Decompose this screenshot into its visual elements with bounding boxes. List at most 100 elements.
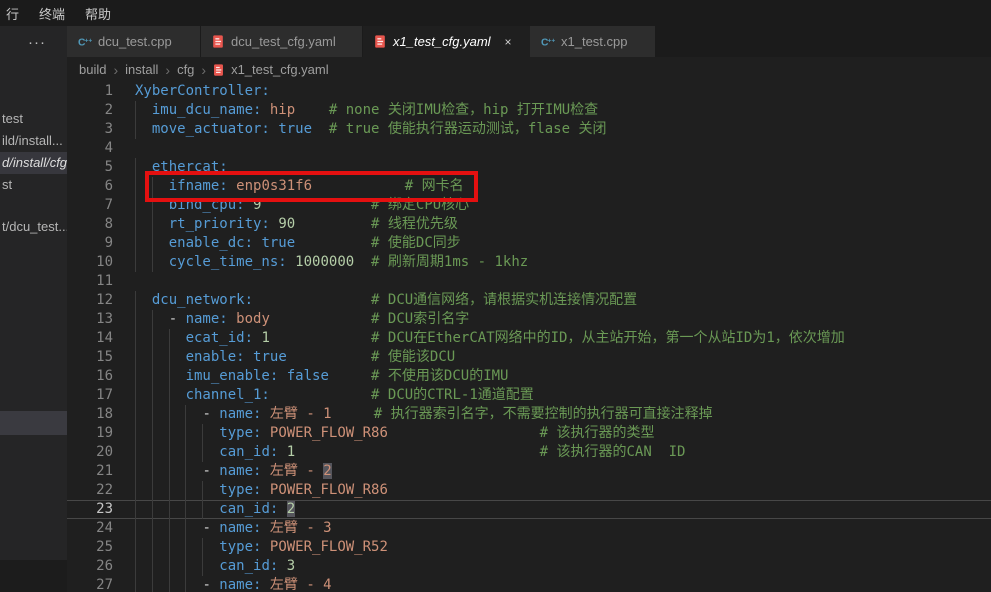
svg-text:++: ++: [85, 37, 93, 44]
code-line[interactable]: 26 can_id: 3: [67, 557, 991, 576]
menu-item-terminal[interactable]: 终端: [36, 4, 68, 23]
code-line[interactable]: 7 bind_cpu: 9 # 绑定CPU核心: [67, 196, 991, 215]
line-number[interactable]: 26: [67, 557, 113, 576]
code-line[interactable]: 24 - name: 左臂 - 3: [67, 519, 991, 538]
indent-guide: [152, 253, 153, 272]
line-number[interactable]: 12: [67, 291, 113, 310]
indent-guide: [202, 481, 203, 500]
indent-guide: [169, 348, 170, 367]
line-number[interactable]: 3: [67, 120, 113, 139]
indent-guide: [135, 386, 136, 405]
indent-guide: [202, 557, 203, 576]
code-text: - name: body # DCU索引名字: [135, 310, 469, 329]
code-text: dcu_network: # DCU通信网络，请根据实机连接情况配置: [135, 291, 637, 310]
breadcrumb-segment[interactable]: install: [125, 62, 158, 77]
code-line[interactable]: 1XyberController:: [67, 82, 991, 101]
code-line[interactable]: 9 enable_dc: true # 使能DC同步: [67, 234, 991, 253]
breadcrumb-file[interactable]: x1_test_cfg.yaml: [231, 62, 329, 77]
close-icon[interactable]: ×: [505, 35, 512, 49]
line-number[interactable]: 5: [67, 158, 113, 177]
line-number[interactable]: 24: [67, 519, 113, 538]
code-text: - name: 左臂 - 3: [135, 519, 332, 538]
code-line[interactable]: 5 ethercat:: [67, 158, 991, 177]
code-line[interactable]: 10 cycle_time_ns: 1000000 # 刷新周期1ms - 1k…: [67, 253, 991, 272]
line-number[interactable]: 7: [67, 196, 113, 215]
line-number[interactable]: 25: [67, 538, 113, 557]
line-number[interactable]: 9: [67, 234, 113, 253]
sidebar-item[interactable]: t/dcu_test...: [0, 216, 67, 238]
code-line[interactable]: 17 channel_1: # DCU的CTRL-1通道配置: [67, 386, 991, 405]
indent-guide: [185, 405, 186, 424]
code-line[interactable]: 2 imu_dcu_name: hip # none 关闭IMU检查，hip 打…: [67, 101, 991, 120]
more-actions-icon[interactable]: ···: [28, 34, 46, 51]
line-number[interactable]: 27: [67, 576, 113, 592]
sidebar-item[interactable]: ild/install...: [0, 130, 67, 152]
code-line[interactable]: 11: [67, 272, 991, 291]
line-number[interactable]: 2: [67, 101, 113, 120]
indent-guide: [169, 386, 170, 405]
line-number[interactable]: 8: [67, 215, 113, 234]
indent-guide: [185, 481, 186, 500]
sidebar-item-selected[interactable]: d/install/cfg: [0, 152, 67, 174]
tab-label: dcu_test.cpp: [98, 34, 172, 49]
indent-guide: [185, 519, 186, 538]
indent-guide: [135, 120, 136, 139]
code-line[interactable]: 4: [67, 139, 991, 158]
code-line[interactable]: 20 can_id: 1 # 该执行器的CAN ID: [67, 443, 991, 462]
code-text: imu_dcu_name: hip # none 关闭IMU检查，hip 打开I…: [135, 101, 598, 120]
line-number[interactable]: 16: [67, 367, 113, 386]
line-number[interactable]: 17: [67, 386, 113, 405]
sidebar-selected-row[interactable]: [0, 411, 67, 435]
indent-guide: [152, 367, 153, 386]
code-line[interactable]: 12 dcu_network: # DCU通信网络，请根据实机连接情况配置: [67, 291, 991, 310]
line-number[interactable]: 18: [67, 405, 113, 424]
tab-dcu-test-cfg-yaml[interactable]: dcu_test_cfg.yaml: [201, 26, 363, 57]
line-number[interactable]: 6: [67, 177, 113, 196]
code-line[interactable]: 19 type: POWER_FLOW_R86 # 该执行器的类型: [67, 424, 991, 443]
code-line[interactable]: 16 imu_enable: false # 不使用该DCU的IMU: [67, 367, 991, 386]
line-number[interactable]: 19: [67, 424, 113, 443]
sidebar-item[interactable]: st: [0, 174, 67, 196]
line-number[interactable]: 22: [67, 481, 113, 500]
editor-group: C++ dcu_test.cpp dcu_test_cfg.yaml x1_te…: [67, 26, 991, 592]
tab-dcu-test-cpp[interactable]: C++ dcu_test.cpp: [67, 26, 201, 57]
sidebar-item[interactable]: test: [0, 108, 67, 130]
menu-item-help[interactable]: 帮助: [82, 4, 114, 23]
breadcrumb-segment[interactable]: cfg: [177, 62, 194, 77]
code-line[interactable]: 13 - name: body # DCU索引名字: [67, 310, 991, 329]
code-line[interactable]: 22 type: POWER_FLOW_R86: [67, 481, 991, 500]
code-line[interactable]: 18 - name: 左臂 - 1 # 执行器索引名字，不需要控制的执行器可直接…: [67, 405, 991, 424]
indent-guide: [152, 215, 153, 234]
code-line[interactable]: 25 type: POWER_FLOW_R52: [67, 538, 991, 557]
line-number[interactable]: 15: [67, 348, 113, 367]
code-line[interactable]: 3 move_actuator: true # true 使能执行器运动测试，f…: [67, 120, 991, 139]
code-text: type: POWER_FLOW_R52: [135, 538, 388, 557]
menu-bar: 行 终端 帮助: [0, 0, 991, 26]
indent-guide: [169, 557, 170, 576]
line-number[interactable]: 20: [67, 443, 113, 462]
line-number[interactable]: 11: [67, 272, 113, 291]
indent-guide: [185, 443, 186, 462]
code-line[interactable]: 6 ifname: enp0s31f6 # 网卡名: [67, 177, 991, 196]
code-line[interactable]: 8 rt_priority: 90 # 线程优先级: [67, 215, 991, 234]
line-number[interactable]: 13: [67, 310, 113, 329]
line-number[interactable]: 10: [67, 253, 113, 272]
code-line[interactable]: 15 enable: true # 使能该DCU: [67, 348, 991, 367]
code-line[interactable]: 27 - name: 左臂 - 4: [67, 576, 991, 592]
menu-item-run[interactable]: 行: [3, 4, 22, 23]
code-editor[interactable]: 1XyberController:2 imu_dcu_name: hip # n…: [67, 82, 991, 592]
indent-guide: [152, 310, 153, 329]
tab-x1-test-cpp[interactable]: C++ x1_test.cpp: [530, 26, 656, 57]
line-number[interactable]: 23: [67, 500, 113, 519]
breadcrumb-segment[interactable]: build: [79, 62, 106, 77]
line-number[interactable]: 4: [67, 139, 113, 158]
line-number[interactable]: 1: [67, 82, 113, 101]
tab-x1-test-cfg-yaml[interactable]: x1_test_cfg.yaml ×: [363, 26, 530, 57]
indent-guide: [169, 481, 170, 500]
line-number[interactable]: 14: [67, 329, 113, 348]
line-number[interactable]: 21: [67, 462, 113, 481]
code-line[interactable]: 23 can_id: 2: [67, 500, 991, 519]
code-line[interactable]: 21 - name: 左臂 - 2: [67, 462, 991, 481]
indent-guide: [135, 177, 136, 196]
code-line[interactable]: 14 ecat_id: 1 # DCU在EtherCAT网络中的ID，从主站开始…: [67, 329, 991, 348]
